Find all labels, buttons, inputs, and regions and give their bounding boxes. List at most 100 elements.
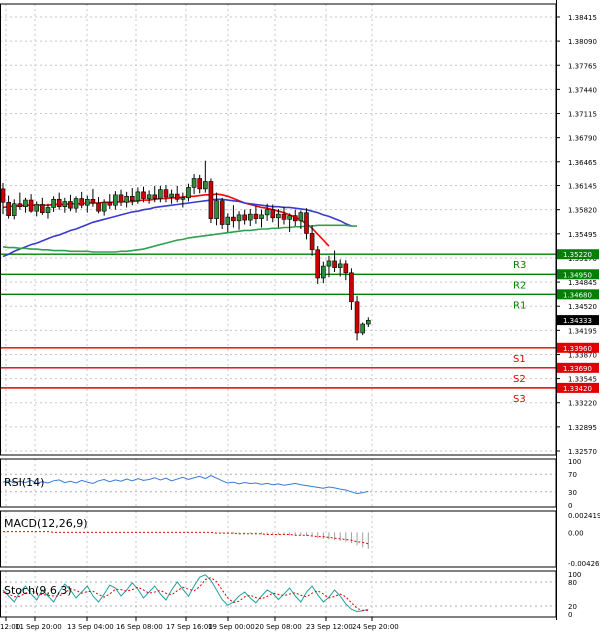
- price-tick-label: 1.32570: [568, 448, 597, 456]
- rsi-tick-label: 0: [568, 502, 572, 510]
- price-tick-label: 1.35820: [568, 207, 597, 215]
- candle: [219, 197, 225, 229]
- candle: [208, 178, 214, 224]
- level-name-s2: S2: [513, 374, 526, 385]
- candle-bear-body: [197, 178, 202, 190]
- candle-bear-body: [304, 212, 309, 234]
- candle-bear-body: [152, 194, 158, 199]
- price-tick-label: 1.36790: [568, 135, 597, 143]
- time-tick-label: 24 Sep 20:00: [352, 623, 399, 631]
- candle-bear-body: [219, 200, 225, 225]
- candle-bear-body: [315, 249, 321, 279]
- price-tick-label: 1.36145: [568, 183, 597, 191]
- candle-bear-body: [309, 233, 315, 251]
- candle-bull-body: [264, 209, 270, 216]
- level-name-r2: R2: [513, 280, 526, 291]
- macd-tick-label: 0.00: [568, 529, 584, 537]
- candle-bear-body: [349, 272, 354, 303]
- current-price-label: 1.34333: [563, 317, 592, 325]
- price-tick-label: 1.38090: [568, 38, 597, 46]
- candle-bear-body: [281, 213, 287, 220]
- candle-bear-body: [90, 198, 96, 204]
- price-tick-label: 1.34520: [568, 303, 597, 311]
- candle-bear-body: [174, 193, 180, 200]
- time-tick-label: 20 Sep 08:00: [255, 623, 302, 631]
- price-tick-label: 1.34195: [568, 327, 597, 335]
- candle-bull-body: [203, 181, 208, 190]
- level-name-r1: R1: [513, 300, 526, 311]
- price-tick-label: 1.37765: [568, 62, 597, 70]
- candle-bull-body: [337, 263, 343, 268]
- candle-bull-body: [73, 198, 79, 209]
- candle-bear-body: [343, 263, 349, 274]
- candle-bear-body: [96, 202, 101, 212]
- candle-bear-body: [270, 209, 276, 219]
- price-tick-label: 1.34845: [568, 279, 597, 287]
- macd-tick-label: -0.004269: [568, 560, 600, 568]
- candle-bear-body: [28, 199, 34, 212]
- time-tick-label: 23 Sep 12:00: [306, 623, 353, 631]
- stoch-tick-label: 0: [568, 611, 572, 619]
- candle-bull-body: [158, 189, 163, 199]
- candle-bear-body: [0, 188, 6, 203]
- macd-label: MACD(12,26,9): [4, 517, 88, 530]
- candle-bull-body: [85, 198, 90, 206]
- candle-bull-body: [113, 194, 118, 206]
- time-tick-label: 16 Sep 08:00: [116, 623, 163, 631]
- price-tick-label: 1.37115: [568, 111, 597, 119]
- candle-bear-body: [79, 198, 84, 206]
- price-tick-label: 1.37440: [568, 86, 597, 94]
- level-name-s1: S1: [513, 354, 526, 365]
- candle-bull-body: [51, 198, 56, 208]
- candle-bull-body: [225, 216, 231, 225]
- price-tick-label: 1.36465: [568, 159, 597, 167]
- candle-bear-body: [17, 203, 23, 208]
- candle-bull-body: [360, 323, 365, 334]
- stoch-label: Stoch(9,6,3): [4, 584, 72, 597]
- candle-bull-body: [214, 200, 219, 219]
- level-price-label-s2: 1.33690: [563, 365, 592, 373]
- candle-bull-body: [34, 204, 40, 212]
- level-price-label-s3: 1.33420: [563, 385, 592, 393]
- candle-bear-body: [253, 213, 259, 219]
- candle-bull-body: [186, 187, 191, 199]
- candle-bear-body: [163, 189, 169, 198]
- candle: [315, 246, 321, 284]
- candle-bear-body: [208, 181, 214, 219]
- candle-bear-body: [6, 201, 11, 216]
- candle-bull-body: [287, 215, 292, 220]
- candle-bear-body: [129, 196, 135, 202]
- candle-bear-body: [40, 204, 45, 213]
- rsi-tick-label: 100: [568, 458, 581, 466]
- level-name-r3: R3: [513, 260, 526, 271]
- time-tick-label: 13 Sep 04:00: [67, 623, 114, 631]
- rsi-tick-label: 30: [568, 489, 577, 497]
- candle-bull-body: [236, 214, 242, 222]
- candle-bear-body: [56, 198, 62, 208]
- candle-bull-body: [124, 196, 129, 203]
- level-price-label-s1: 1.33960: [563, 345, 592, 353]
- candle-bear-body: [354, 301, 360, 334]
- stoch-tick-label: 20: [568, 603, 577, 611]
- candle-bull-body: [169, 193, 174, 198]
- candle-bear-body: [107, 201, 113, 206]
- rsi-tick-label: 70: [568, 471, 577, 479]
- candle-bull-body: [11, 203, 17, 216]
- candle-bear-body: [68, 201, 73, 209]
- chart: R3 R2 R1 S1 S2 S3 1.38415 1.38090 1.37765 1.3744…: [0, 0, 600, 633]
- candle-bull-body: [191, 178, 197, 188]
- candle-bull-body: [45, 207, 51, 213]
- candle-bear-body: [231, 216, 236, 222]
- level-price-label-r3: 1.35220: [563, 251, 592, 259]
- price-tick-label: 1.38415: [568, 14, 597, 22]
- level-price-label-r1: 1.34680: [563, 291, 592, 299]
- stoch-tick-label: 100: [568, 571, 581, 579]
- candle-bull-body: [321, 265, 326, 279]
- candle-bear-body: [118, 194, 124, 203]
- price-tick-label: 1.32895: [568, 424, 597, 432]
- candle-bear-body: [242, 214, 247, 221]
- time-tick-label: 17 Sep 16:00: [166, 623, 213, 631]
- price-tick-label: 1.35495: [568, 231, 597, 239]
- candle-bull-body: [23, 199, 28, 208]
- candle-bull-body: [365, 320, 371, 325]
